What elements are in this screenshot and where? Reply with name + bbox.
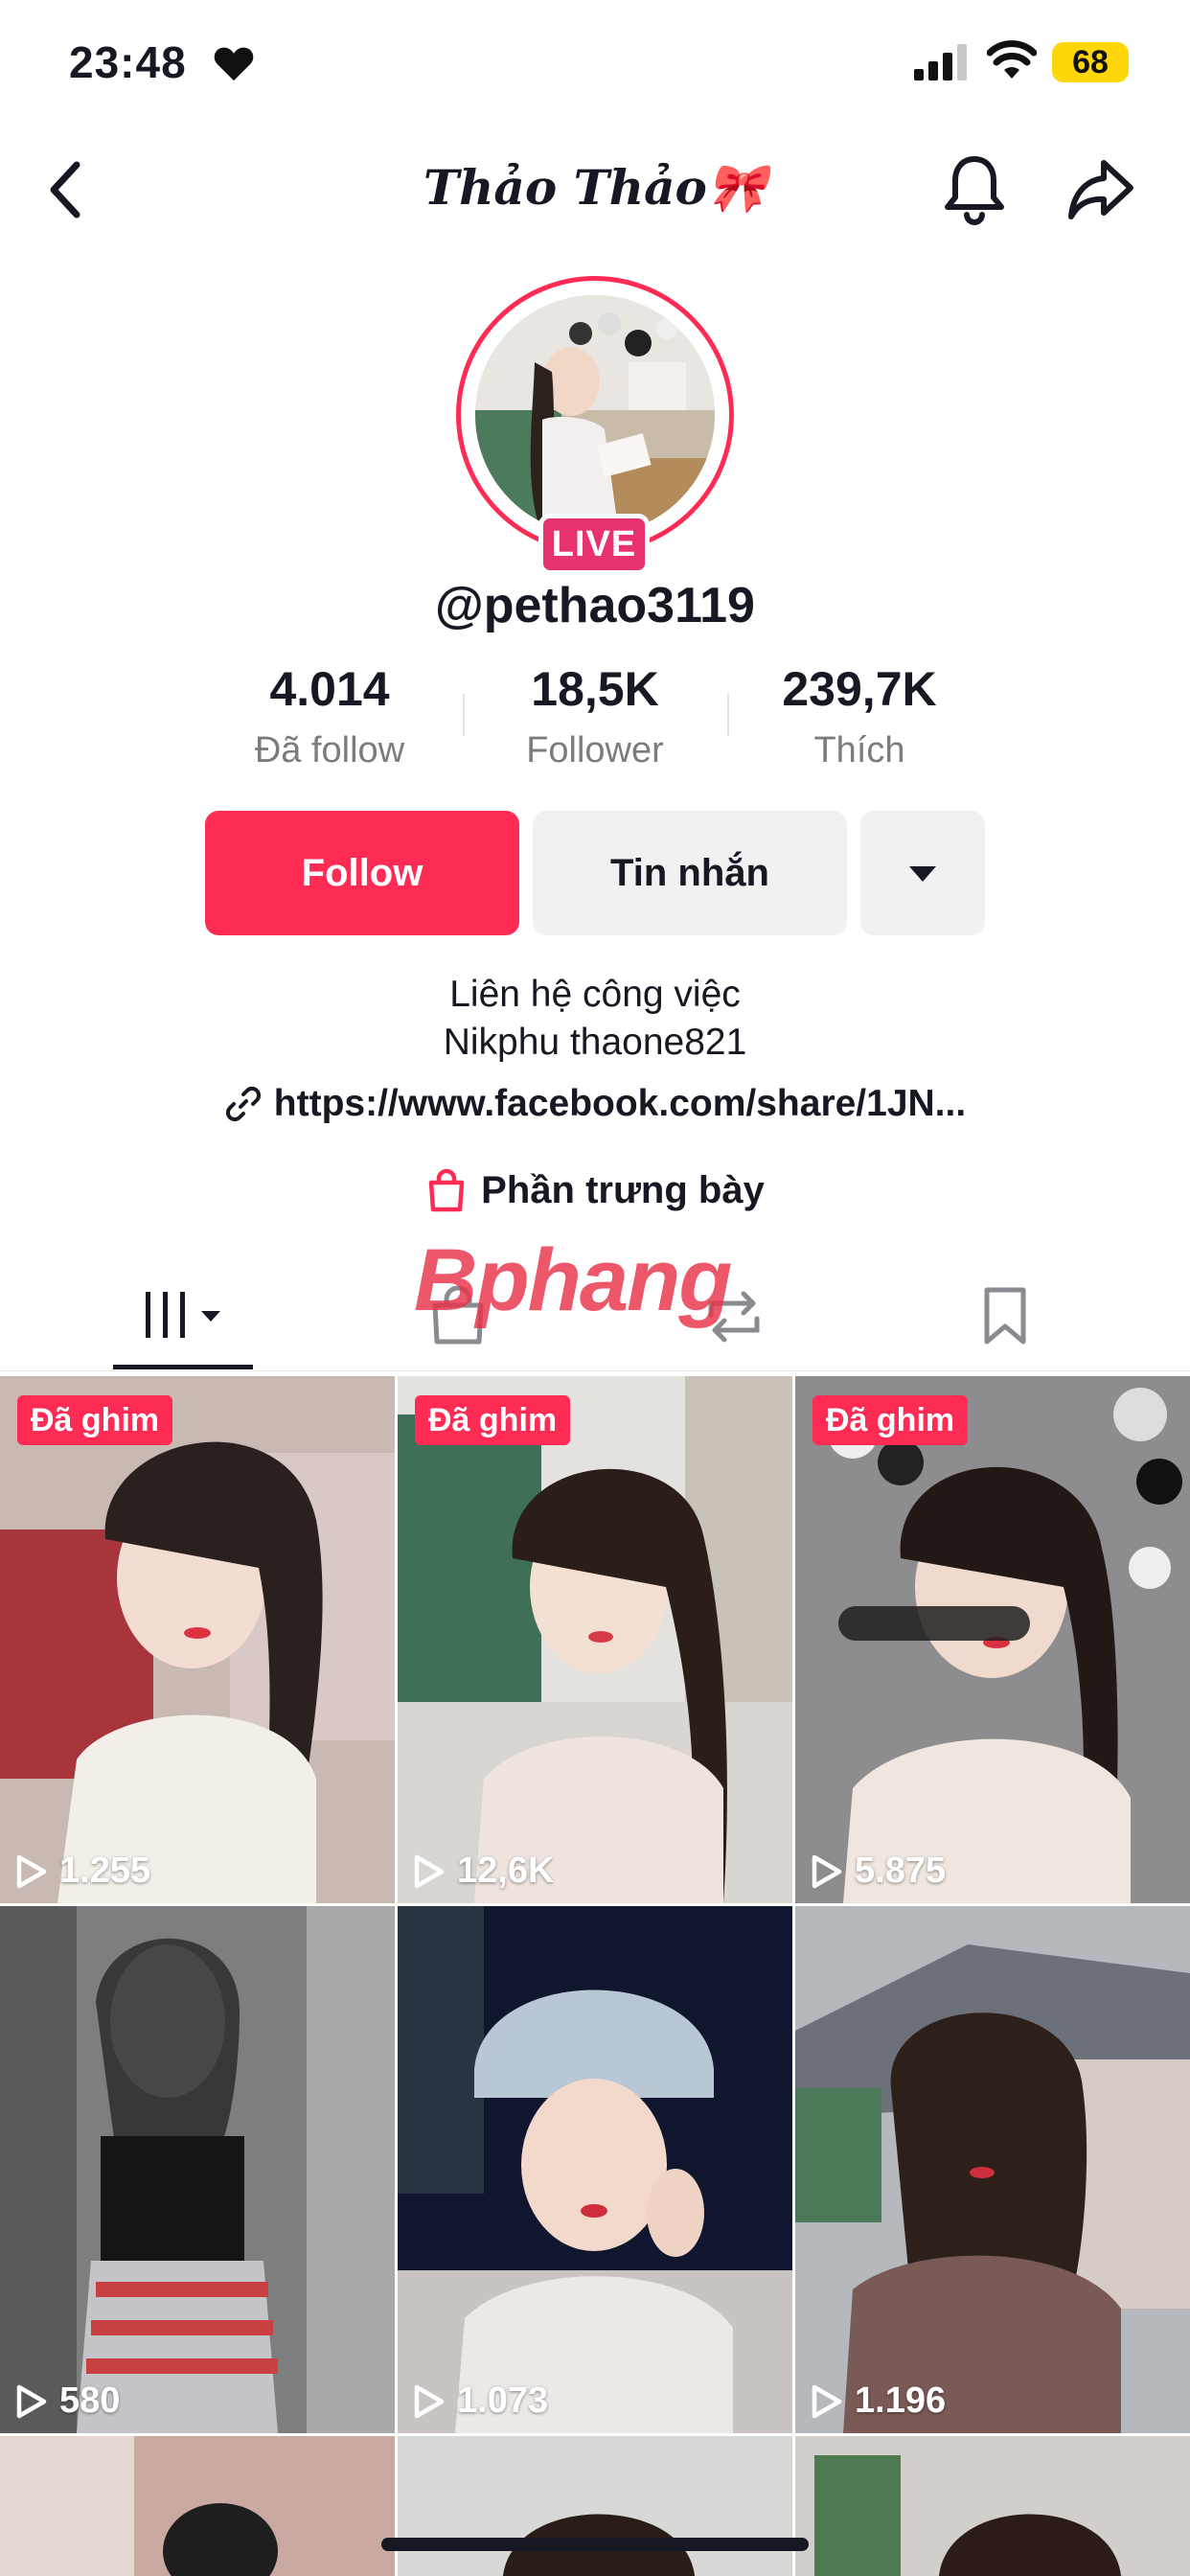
- tabs-divider: [0, 1370, 1190, 1371]
- view-count: 5.875: [809, 1851, 946, 1892]
- video-preview: [398, 1906, 792, 2433]
- following-stat[interactable]: 4.014 Đã follow: [197, 661, 462, 771]
- view-count-value: 5.875: [855, 1851, 947, 1891]
- notification-bell-icon[interactable]: [941, 153, 1008, 226]
- video-preview: [795, 1906, 1190, 2433]
- status-time: 23:48: [69, 37, 187, 87]
- pinned-badge: Đã ghim: [812, 1395, 969, 1445]
- video-preview: [795, 1376, 1190, 1903]
- followers-label: Follower: [526, 730, 664, 770]
- heart-icon: [214, 47, 254, 81]
- likes-count: 239,7K: [782, 662, 937, 716]
- showcase-label: Phần trưng bày: [481, 1168, 765, 1211]
- video-thumbnail[interactable]: Đã ghim 12,6K: [398, 1376, 792, 1903]
- view-count-value: 1.073: [457, 2380, 549, 2421]
- play-icon: [812, 1854, 842, 1888]
- pinned-badge: Đã ghim: [17, 1395, 173, 1445]
- following-count: 4.014: [269, 662, 390, 716]
- video-thumbnail[interactable]: Đã ghim 5.875: [795, 1376, 1190, 1903]
- shopping-bag-icon: [428, 1168, 465, 1212]
- video-thumbnail[interactable]: 580: [0, 1906, 395, 2433]
- video-preview: [795, 2436, 1190, 2576]
- video-thumbnail[interactable]: [398, 2436, 792, 2576]
- following-label: Đã follow: [254, 730, 405, 770]
- video-thumbnail[interactable]: 1.073: [398, 1906, 792, 2433]
- video-preview: [398, 2436, 792, 2576]
- watermark: Bphang: [414, 1231, 732, 1329]
- battery-indicator: 68: [1052, 42, 1129, 82]
- play-icon: [16, 1854, 47, 1888]
- avatar[interactable]: [475, 295, 715, 535]
- profile-display-name: Thảo Thảo🎀: [423, 159, 767, 216]
- home-indicator[interactable]: [381, 2538, 809, 2551]
- username: @pethao3119: [435, 578, 755, 633]
- view-count-value: 1.255: [59, 1851, 151, 1891]
- link-icon: [225, 1086, 261, 1122]
- play-icon: [414, 1854, 445, 1888]
- message-button[interactable]: Tin nhắn: [533, 811, 847, 935]
- video-thumbnail[interactable]: [0, 2436, 395, 2576]
- followers-count: 18,5K: [531, 662, 659, 716]
- cellular-signal-icon: [914, 44, 967, 80]
- view-count-value: 580: [59, 2380, 121, 2421]
- bookmark-tab-icon[interactable]: [981, 1286, 1029, 1346]
- view-count: 1.255: [13, 1851, 150, 1892]
- view-count-value: 1.196: [855, 2380, 947, 2421]
- wifi-icon: [987, 40, 1037, 79]
- video-thumbnail[interactable]: 1.196: [795, 1906, 1190, 2433]
- video-thumbnail[interactable]: [795, 2436, 1190, 2576]
- play-icon: [16, 2384, 47, 2418]
- bio-link-text[interactable]: https://www.facebook.com/share/1JN...: [274, 1083, 966, 1125]
- follow-button[interactable]: Follow: [205, 811, 519, 935]
- likes-label: Thích: [813, 730, 905, 770]
- active-tab-indicator: [113, 1365, 253, 1369]
- video-preview: [0, 1376, 395, 1903]
- showcase-link[interactable]: Phần trưng bày: [0, 1167, 1190, 1213]
- video-preview: [0, 2436, 395, 2576]
- caret-down-icon: [909, 866, 936, 882]
- view-count-value: 12,6K: [457, 1851, 555, 1891]
- bio-line: Nikphu thaone821: [443, 1022, 747, 1063]
- live-badge[interactable]: LIVE: [538, 514, 650, 575]
- play-icon: [414, 2384, 445, 2418]
- view-count: 12,6K: [411, 1851, 554, 1892]
- play-icon: [812, 2384, 842, 2418]
- bio-link[interactable]: https://www.facebook.com/share/1JN...: [0, 1083, 1190, 1125]
- video-preview: [0, 1906, 395, 2433]
- followers-stat[interactable]: 18,5K Follower: [463, 661, 727, 771]
- tab-videos-grid[interactable]: [142, 1286, 228, 1344]
- video-thumbnail[interactable]: Đã ghim 1.255: [0, 1376, 395, 1903]
- pinned-badge: Đã ghim: [415, 1395, 571, 1445]
- view-count: 1.073: [411, 2380, 548, 2422]
- view-count: 1.196: [809, 2380, 946, 2422]
- likes-stat[interactable]: 239,7K Thích: [727, 661, 992, 771]
- bio-line: Liên hệ công việc: [449, 974, 741, 1015]
- video-preview: [398, 1376, 792, 1903]
- avatar-photo: [475, 295, 715, 535]
- view-count: 580: [13, 2380, 120, 2422]
- suggested-accounts-button[interactable]: [860, 811, 985, 935]
- share-icon[interactable]: [1065, 155, 1136, 224]
